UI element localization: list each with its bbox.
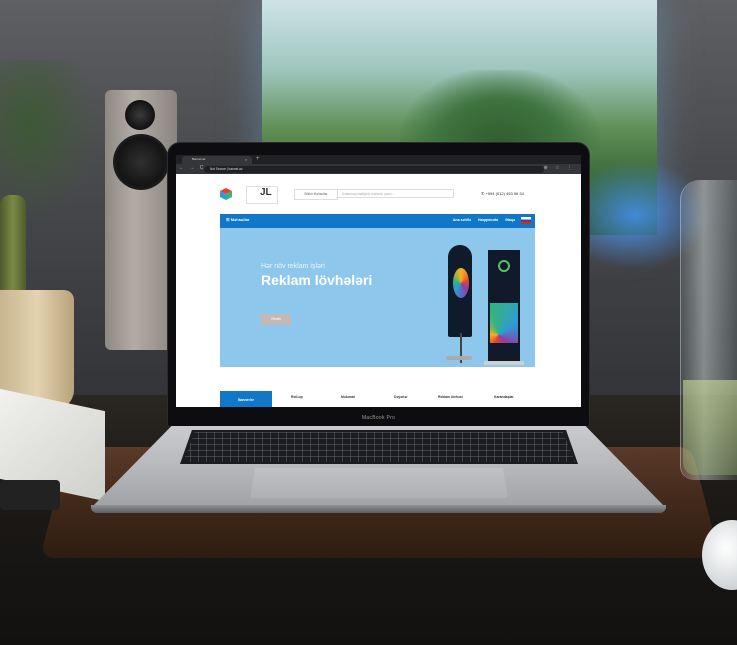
language-flag-icon[interactable] — [521, 217, 531, 224]
browser-tab-title: Bannet.az — [192, 157, 206, 161]
rollup-base — [484, 361, 524, 365]
cactus — [0, 195, 26, 295]
category-tab-banners[interactable]: Bannerler — [220, 391, 272, 407]
site-header: JL Bütün Məhsullar Axtarmaq istədiyiniz … — [176, 174, 581, 214]
hero-banner: Hər növ reklam işləri Reklam lövhələri Ə… — [220, 228, 535, 367]
browser-toolbar: ← → C Not Secure | bannet.az ⊕ ☆ ⋮ — [176, 164, 581, 174]
hero-title: Reklam lövhələri — [261, 272, 373, 288]
navigation-icons[interactable]: ← → C — [179, 165, 205, 171]
category-tabs: Bannerler Roll-up Məlumat Dəyərlər Rekla… — [176, 391, 581, 407]
hero-subtitle: Hər növ reklam işləri — [261, 263, 325, 270]
bottle-liquid — [683, 380, 737, 475]
category-tab-values[interactable]: Dəyərlər — [394, 395, 408, 399]
tv-mountain-image — [400, 70, 600, 150]
category-tab-boards[interactable]: Reklam lövhəsi — [438, 395, 463, 399]
browser-tab-bar: Bannet.az × + — [176, 155, 581, 164]
search-input[interactable]: Axtarmaq istədiyiniz məhsulu yazın... — [336, 189, 454, 198]
browser-tab[interactable]: Bannet.az × — [182, 156, 252, 164]
trackpad — [250, 468, 508, 498]
hero-more-button[interactable]: Ətraflı — [261, 314, 291, 325]
rollup-logo-icon — [498, 260, 510, 272]
nav-links: Ana səhifə Haqqımızda Əlaqə — [447, 218, 515, 222]
laptop-brand-label: MacBook Pro — [361, 415, 396, 421]
products-menu-label: Məhsullar — [230, 217, 250, 222]
speaker-woofer — [113, 134, 169, 190]
address-bar-url: Not Secure | bannet.az — [210, 167, 243, 171]
laptop-screen: Bannet.az × + ← → C Not Secure | bannet.… — [176, 155, 581, 407]
nav-link-home[interactable]: Ana səhifə — [453, 218, 471, 222]
flag-banner-graphic — [453, 268, 469, 298]
laptop-base-edge — [91, 505, 666, 513]
speaker-tweeter — [125, 100, 155, 130]
smartphone — [0, 480, 60, 510]
main-nav-bar: ☰ Məhsullar Ana səhifə Haqqımızda Əlaqə — [220, 214, 535, 228]
rollup-banner-graphic — [490, 303, 518, 343]
address-bar[interactable]: Not Secure | bannet.az — [204, 165, 544, 173]
category-select[interactable]: Bütün Məhsullar — [294, 189, 338, 200]
nav-link-about[interactable]: Haqqımızda — [478, 218, 498, 222]
secondary-logo[interactable]: JL — [260, 187, 272, 198]
category-tab-pencils[interactable]: Karandaşlar — [494, 395, 514, 399]
close-tab-icon[interactable]: × — [245, 157, 247, 162]
nav-link-contact[interactable]: Əlaqə — [505, 218, 515, 222]
keyboard-keys — [183, 432, 575, 462]
new-tab-icon[interactable]: + — [256, 155, 260, 163]
site-logo-icon[interactable] — [220, 188, 232, 200]
category-tab-info[interactable]: Məlumat — [341, 395, 355, 399]
category-tab-rollup[interactable]: Roll-up — [291, 395, 303, 399]
browser-extension-icons[interactable]: ⊕ ☆ ⋮ — [544, 165, 575, 171]
phone-number-text: +994 (012) 493 56 34 — [485, 191, 524, 196]
products-menu-button[interactable]: ☰ Məhsullar — [226, 217, 249, 222]
phone-number: ✆ +994 (012) 493 56 34 — [481, 191, 524, 196]
flag-base — [446, 356, 472, 360]
